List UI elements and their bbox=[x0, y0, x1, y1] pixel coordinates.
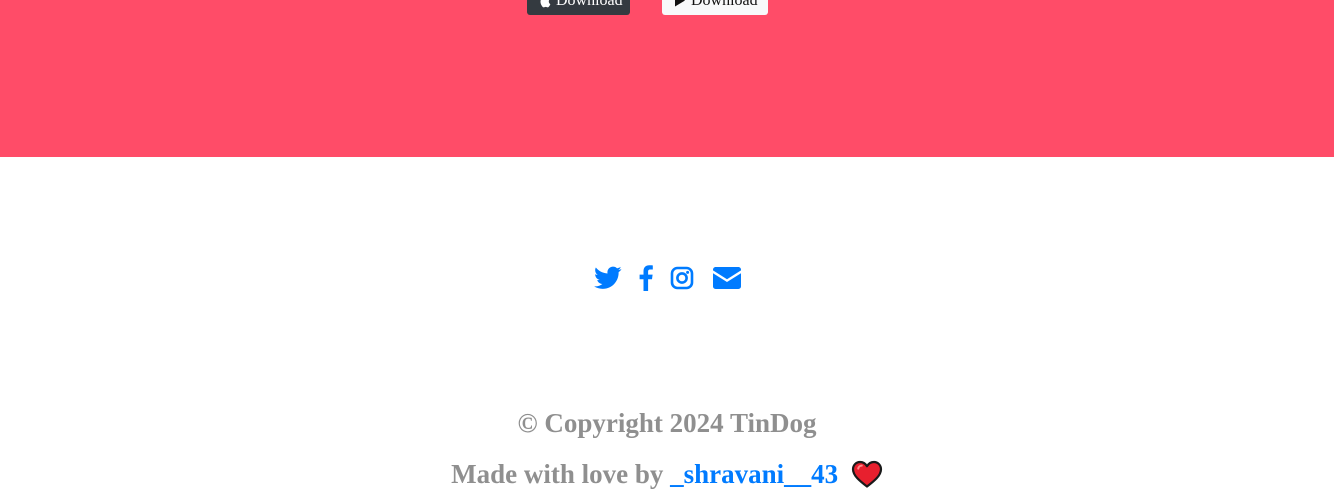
play-store-icon bbox=[674, 0, 686, 7]
google-play-download-label: Download bbox=[691, 0, 758, 9]
social-links bbox=[0, 265, 1334, 291]
twitter-link[interactable] bbox=[593, 265, 622, 291]
google-play-download-button[interactable]: Download bbox=[662, 0, 768, 15]
envelope-icon bbox=[712, 267, 741, 289]
apple-download-label: Download bbox=[556, 0, 623, 9]
made-with-love-line: Made with love by _shravani__43 bbox=[0, 458, 1334, 495]
twitter-icon bbox=[593, 266, 622, 289]
instagram-icon bbox=[670, 266, 693, 290]
copyright-text: © Copyright 2024 TinDog bbox=[517, 408, 817, 438]
download-section: Download Download bbox=[0, 0, 1334, 157]
instagram-link[interactable] bbox=[670, 265, 694, 291]
author-link[interactable]: _shravani__43 bbox=[670, 459, 838, 489]
made-with-love-prefix: Made with love by bbox=[451, 459, 671, 489]
apple-icon bbox=[539, 0, 551, 8]
apple-download-button[interactable]: Download bbox=[527, 0, 630, 15]
heart-icon bbox=[851, 460, 883, 495]
facebook-link[interactable] bbox=[639, 265, 653, 291]
email-link[interactable] bbox=[712, 265, 741, 291]
facebook-icon bbox=[639, 265, 653, 291]
footer: © Copyright 2024 TinDog Made with love b… bbox=[0, 157, 1334, 495]
